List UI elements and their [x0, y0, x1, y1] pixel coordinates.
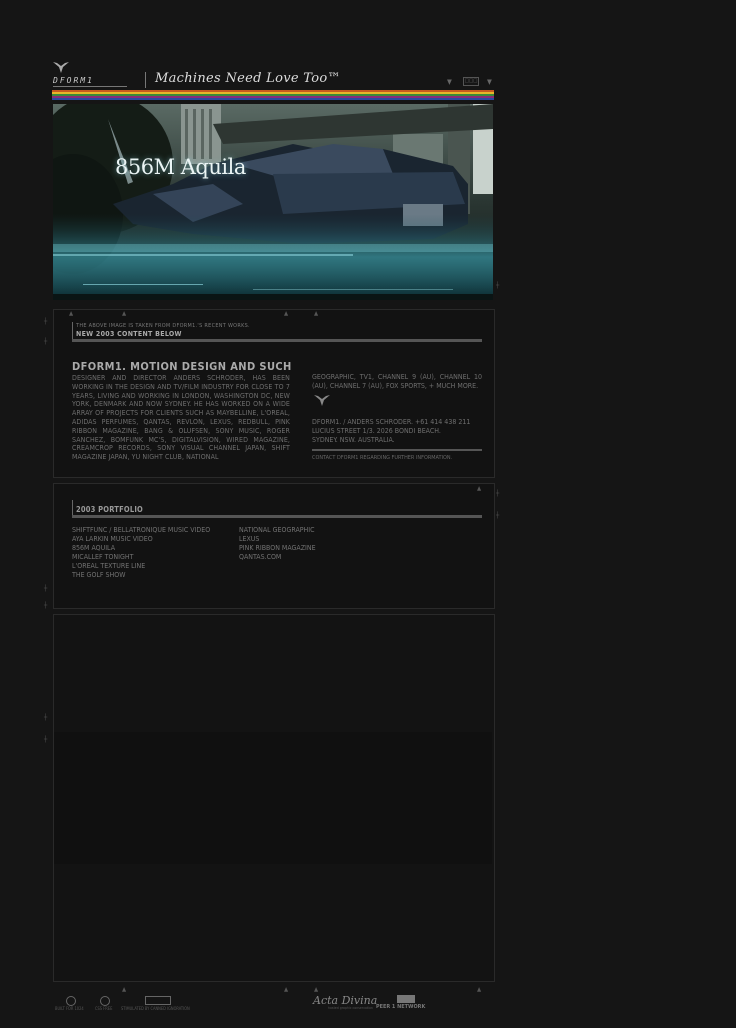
contact-line: SYDNEY. NSW. AUSTRALIA.: [312, 435, 395, 444]
logo-wordmark[interactable]: DFORM1: [53, 76, 94, 85]
panel-tick-icon: ▲: [122, 986, 127, 993]
side-marker-icon: ┼: [44, 338, 48, 345]
hero-artwork: [53, 104, 493, 300]
acta-divina-subtitle: hosted graphic conservation: [328, 1006, 373, 1010]
side-marker-icon: ┼: [496, 512, 500, 519]
footer-label: BUILT FOR 1024: [55, 1006, 84, 1011]
portfolio-link[interactable]: MICALLEF TONIGHT: [72, 553, 210, 562]
panel-tick-icon: ▲: [314, 310, 319, 317]
contact-line: DFORM1. / ANDERS SCHRODER. +61 414 438 2…: [312, 418, 471, 426]
portfolio-link[interactable]: NATIONAL GEOGRAPHIC: [239, 526, 316, 535]
portfolio-list-right: NATIONAL GEOGRAPHIC LEXUS PINK RIBBON MA…: [239, 526, 316, 562]
nav-toggle-button[interactable]: □□□: [463, 77, 479, 86]
side-marker-icon: ┼: [496, 490, 500, 497]
bird-logo-icon: [314, 395, 330, 406]
side-marker-icon: ┼: [44, 714, 48, 721]
hero-title: 856M Aquila: [115, 155, 246, 179]
about-body-continued: GEOGRAPHIC, TV1, CHANNEL 9 (AU), CHANNEL…: [312, 373, 482, 390]
portfolio-link[interactable]: SHIFTFUNC / BELLATRONIQUE MUSIC VIDEO: [72, 526, 210, 535]
logo-underline: [53, 86, 127, 87]
portfolio-link[interactable]: PINK RIBBON MAGAZINE: [239, 544, 316, 553]
resolution-icon: [66, 996, 76, 1006]
panel-tick-icon: ▲: [284, 310, 289, 317]
nav-down-arrow-icon-2[interactable]: ▼: [487, 78, 492, 86]
content-area: [54, 732, 492, 864]
side-marker-icon: ┼: [44, 736, 48, 743]
portfolio-link[interactable]: L'OREAL TEXTURE LINE: [72, 562, 210, 571]
peer-network-icon: [397, 995, 415, 1003]
image-note: THE ABOVE IMAGE IS TAKEN FROM DFORM1.'S …: [76, 323, 250, 329]
panel-tick-icon: ▲: [122, 310, 127, 317]
stimulated-badge-icon: [145, 996, 171, 1005]
new-content-heading: NEW 2003 CONTENT BELOW: [76, 330, 182, 338]
about-title: DFORM1. MOTION DESIGN AND SUCH: [72, 360, 292, 373]
section-rule: [72, 339, 482, 342]
side-marker-icon: ┼: [44, 585, 48, 592]
portfolio-link[interactable]: THE GOLF SHOW: [72, 571, 210, 580]
no-css-icon: [100, 996, 110, 1006]
color-stripes: [52, 90, 494, 103]
panel-tick-icon: ▲: [314, 986, 319, 993]
panel-tick-icon: ▲: [284, 986, 289, 993]
portfolio-link[interactable]: LEXUS: [239, 535, 316, 544]
side-marker-icon: ┼: [496, 282, 500, 289]
section-rule: [72, 515, 482, 518]
panel-tick-icon: ▲: [69, 310, 74, 317]
contact-details: DFORM1. / ANDERS SCHRODER. +61 414 438 2…: [312, 418, 487, 444]
contact-link[interactable]: CONTACT DFORM1 REGARDING FURTHER INFORMA…: [312, 455, 452, 461]
peer-network-link[interactable]: PEER 1 NETWORK: [376, 1004, 425, 1010]
panel-tick-icon: ▲: [477, 986, 482, 993]
footer-label: CSS FREE: [95, 1006, 113, 1011]
side-marker-icon: ┼: [44, 318, 48, 325]
contact-rule: [312, 449, 482, 451]
hero-image[interactable]: 856M Aquila: [53, 104, 493, 300]
about-body: DESIGNER AND DIRECTOR ANDERS SCHRODER, H…: [72, 374, 290, 462]
portfolio-link[interactable]: AYA LARKIN MUSIC VIDEO: [72, 535, 210, 544]
logo-bird-icon: [53, 62, 69, 73]
color-stripe: [52, 98, 494, 100]
contact-line: LUCIUS STREET 1/3. 2026 BONDI BEACH.: [312, 426, 441, 435]
header-divider: [145, 72, 146, 88]
nav-down-arrow-icon[interactable]: ▼: [447, 78, 452, 86]
portfolio-link[interactable]: 856M AQUILA: [72, 544, 210, 553]
portfolio-link[interactable]: QANTAS.COM: [239, 553, 316, 562]
portfolio-list-left: SHIFTFUNC / BELLATRONIQUE MUSIC VIDEO AY…: [72, 526, 210, 580]
site-tagline: Machines Need Love Too™: [155, 71, 341, 86]
panel-tick-icon: ▲: [477, 485, 482, 492]
portfolio-title: 2003 PORTFOLIO: [76, 505, 143, 514]
footer-label: STIMULATED BY CANNED IGNORATION: [121, 1006, 190, 1011]
side-marker-icon: ┼: [44, 602, 48, 609]
